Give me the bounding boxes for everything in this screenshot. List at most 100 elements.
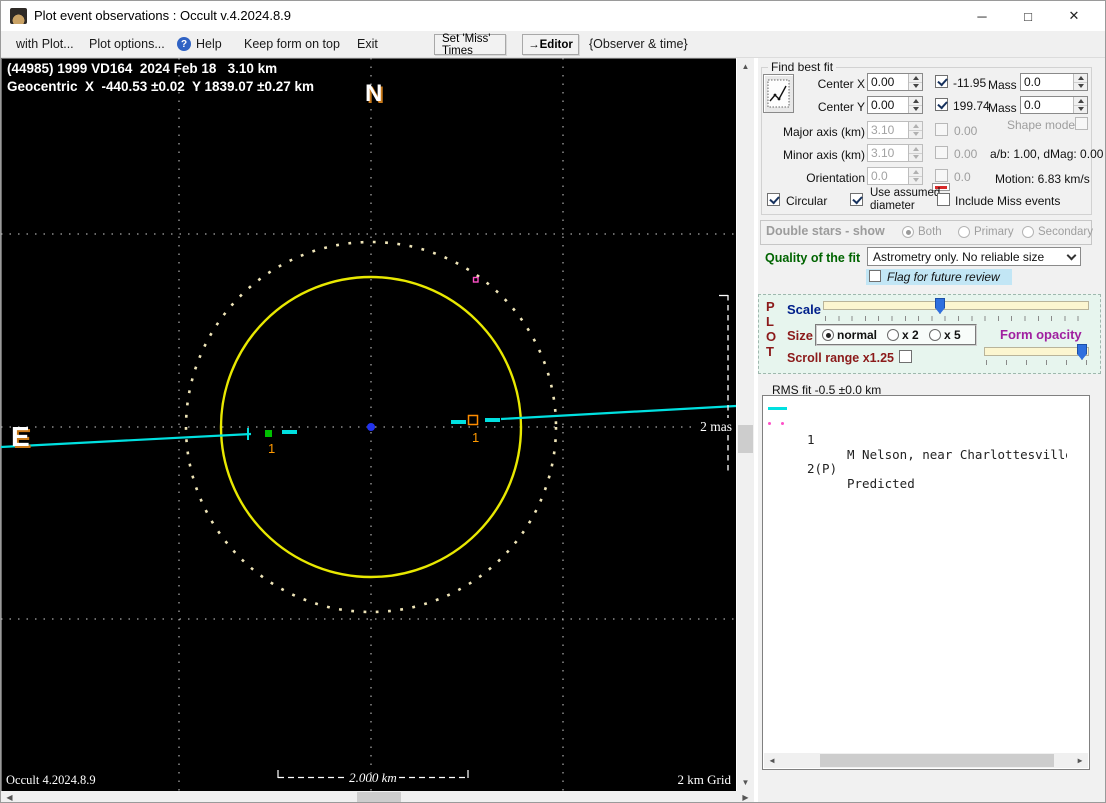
chord-swatch-icon <box>768 407 787 410</box>
include-miss-label: Include Miss events <box>955 194 1061 208</box>
shape-model-label: Shape model <box>1007 118 1078 132</box>
size-x2-label: x 2 <box>902 328 919 342</box>
list-item[interactable]: 1 M Nelson, near Charlottesville <box>763 402 1089 462</box>
center-x-spinner[interactable]: 0.00 <box>867 73 923 91</box>
mas-bracket <box>719 294 729 471</box>
minor-fit-value: 0.00 <box>954 147 978 161</box>
maximize-icon[interactable]: □ <box>1005 1 1051 31</box>
scroll-right-icon[interactable]: ▶ <box>739 791 752 802</box>
size-normal-label: normal <box>837 328 878 342</box>
plot-hscrollbar[interactable]: ◀ ▶ <box>1 791 754 802</box>
double-secondary-radio <box>1022 226 1034 238</box>
orientation-label: Orientation <box>806 171 865 185</box>
editor-button[interactable]: →Editor <box>522 34 579 55</box>
minimize-icon[interactable]: ─ <box>959 1 1005 31</box>
center-marker <box>367 423 375 431</box>
scale-slider[interactable] <box>823 298 1089 314</box>
center-x-fit-checkbox[interactable] <box>935 75 948 88</box>
flag-review-label: Flag for future review <box>887 270 1000 284</box>
double-both-radio <box>902 226 914 238</box>
plot-letter-o: O <box>766 329 777 344</box>
shape-model-checkbox <box>1075 117 1088 130</box>
minor-fit-checkbox <box>935 146 948 159</box>
size-x5-radio[interactable] <box>929 329 941 341</box>
spin-up-icon[interactable] <box>1074 74 1087 83</box>
use-assumed-checkbox[interactable] <box>850 193 863 206</box>
vscroll-thumb[interactable] <box>738 425 753 453</box>
double-both-label: Both <box>918 226 942 238</box>
minor-axis-spinner[interactable]: 3.10 <box>867 144 923 162</box>
menu-with-plot[interactable]: with Plot... <box>16 37 74 51</box>
center-y-spinner[interactable]: 0.00 <box>867 96 923 114</box>
plot-geocentric: Geocentric X -440.53 ±0.02 Y 1839.07 ±0.… <box>7 79 315 94</box>
size-x2-radio[interactable] <box>887 329 899 341</box>
mass-x-spinner[interactable]: 0.0 <box>1020 73 1088 91</box>
scale-label: Scale <box>787 302 821 317</box>
menu-exit[interactable]: Exit <box>357 37 378 51</box>
spin-down-icon <box>909 176 922 184</box>
major-fit-value: 0.00 <box>954 124 978 138</box>
spin-down-icon[interactable] <box>1074 82 1087 90</box>
scroll-up-icon[interactable]: ▲ <box>737 60 754 73</box>
observer-list[interactable]: 1 M Nelson, near Charlottesville 2(P) Pr… <box>762 395 1090 770</box>
size-label: Size <box>787 328 814 343</box>
spin-down-icon[interactable] <box>1074 105 1087 113</box>
app-window: Plot event observations : Occult v.4.202… <box>0 0 1106 803</box>
spin-up-icon[interactable] <box>909 97 922 106</box>
plot-version-label: Occult 4.2024.8.9 <box>6 773 96 787</box>
spin-down-icon[interactable] <box>909 105 922 113</box>
flag-review-checkbox[interactable] <box>869 270 881 282</box>
size-normal-radio[interactable] <box>822 329 834 341</box>
scroll-range-label: Scroll range x1.25 <box>787 351 895 365</box>
include-miss-checkbox[interactable] <box>937 193 950 206</box>
list-item[interactable]: 2(P) Predicted <box>763 416 1089 491</box>
menu-keep-on-top[interactable]: Keep form on top <box>244 37 340 51</box>
major-axis-label: Major axis (km) <box>782 125 865 139</box>
scroll-left-icon[interactable]: ◀ <box>3 791 16 802</box>
major-axis-spinner[interactable]: 3.10 <box>867 121 923 139</box>
hscroll-thumb[interactable] <box>357 792 401 802</box>
spin-down-icon[interactable] <box>909 82 922 90</box>
disappearance-marker <box>265 430 272 437</box>
orientation-spinner[interactable]: 0.0 <box>867 167 923 185</box>
scroll-left-icon[interactable]: ◀ <box>765 753 779 768</box>
menu-help[interactable]: Help <box>196 37 222 51</box>
double-stars-title: Double stars - show <box>766 224 885 238</box>
observer-number: 2(P) <box>807 461 838 476</box>
close-icon[interactable]: ✕ <box>1051 1 1097 31</box>
observer-name: M Nelson, near Charlottesville <box>847 447 1067 462</box>
list-hscroll-thumb[interactable] <box>820 754 1054 767</box>
plot-vscrollbar[interactable]: ▲ ▼ <box>737 58 754 791</box>
orientation-fit-checkbox <box>935 169 948 182</box>
double-primary-label: Primary <box>974 226 1014 238</box>
scroll-down-icon[interactable]: ▼ <box>737 776 754 789</box>
use-assumed-label-2: diameter <box>870 200 915 212</box>
observer-time-label: {Observer & time} <box>589 37 688 51</box>
orientation-fit-value: 0.0 <box>954 170 971 184</box>
ab-dmag-label: a/b: 1.00, dMag: 0.00 <box>990 147 1104 161</box>
menu-bar: with Plot... Plot options... ? Help Keep… <box>1 31 1105 58</box>
scroll-range-checkbox[interactable] <box>899 350 912 363</box>
plot-canvas[interactable]: 1 1 2 mas N N E E 2.000 km Occult 4.2024… <box>1 58 737 791</box>
scroll-right-icon[interactable]: ▶ <box>1073 753 1087 768</box>
double-primary-radio <box>958 226 970 238</box>
circular-checkbox[interactable] <box>767 193 780 206</box>
menu-plot-options[interactable]: Plot options... <box>89 37 165 51</box>
app-icon <box>10 8 27 24</box>
predicted-swatch-icon <box>768 422 771 425</box>
form-opacity-slider[interactable] <box>984 344 1089 360</box>
spin-up-icon[interactable] <box>909 74 922 83</box>
event-label-1: 1 <box>268 441 275 456</box>
spin-up-icon[interactable] <box>1074 97 1087 106</box>
list-hscrollbar[interactable]: ◀ ▶ <box>764 753 1088 768</box>
set-miss-times-button[interactable]: Set 'Miss' Times <box>434 33 506 57</box>
center-y-fit-checkbox[interactable] <box>935 98 948 111</box>
control-panel: Find best fit Center X 0.00 -11.95 Mass … <box>758 58 1105 802</box>
size-x5-label: x 5 <box>944 328 961 342</box>
mass-y-spinner[interactable]: 0.0 <box>1020 96 1088 114</box>
quality-dropdown[interactable]: Astrometry only. No reliable size <box>867 247 1081 266</box>
predicted-marker <box>472 276 479 283</box>
help-icon[interactable]: ? <box>177 37 191 51</box>
circular-label: Circular <box>786 194 828 208</box>
use-assumed-label-1: Use assumed <box>870 187 941 199</box>
